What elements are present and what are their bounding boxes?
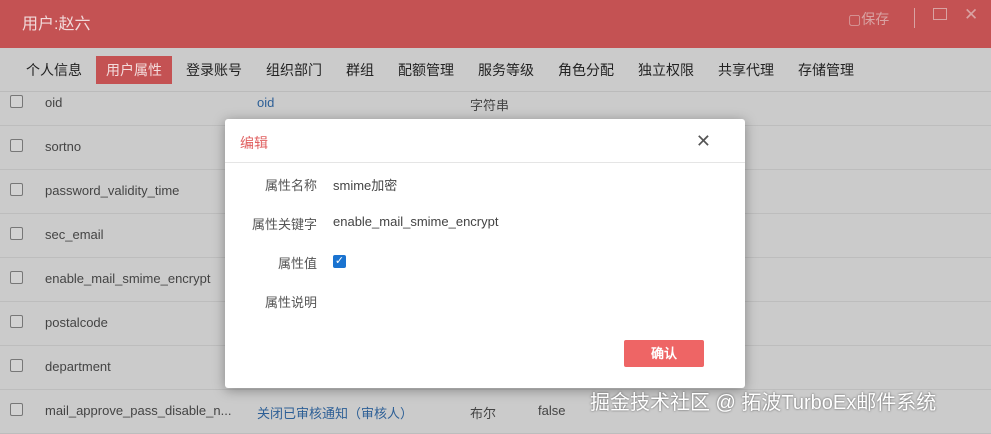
save-label: 保存 [861, 11, 890, 27]
tab-item[interactable]: 服务等级 [468, 56, 544, 84]
close-icon[interactable]: ✕ [964, 5, 978, 25]
tab-item[interactable]: 配额管理 [388, 56, 464, 84]
tab-item[interactable]: 群组 [336, 56, 384, 84]
attr-name-value: smime加密 [333, 178, 398, 193]
attr-value-label: 属性值 [277, 256, 317, 271]
row-checkbox[interactable] [10, 227, 23, 240]
row-key: password_validity_time [45, 183, 180, 198]
row-name-link[interactable]: oid [257, 95, 274, 110]
row-name-link[interactable]: 关闭已审核通知（审核人） [257, 403, 413, 422]
tab-item[interactable]: 组织部门 [256, 56, 332, 84]
tab-item[interactable]: 登录账号 [176, 56, 252, 84]
row-key: oid [45, 95, 63, 110]
window-header: 用户:赵六 ▢保存 ✕ [0, 0, 991, 48]
confirm-button[interactable]: 确认 [624, 340, 704, 367]
row-key: department [45, 359, 111, 374]
attr-desc-label: 属性说明 [264, 295, 317, 310]
row-checkbox[interactable] [10, 95, 23, 108]
attr-value-checkbox[interactable]: ✓ [333, 255, 346, 268]
tab-item[interactable]: 独立权限 [628, 56, 704, 84]
maximize-icon[interactable] [933, 8, 947, 20]
row-key: sortno [45, 139, 82, 154]
edit-dialog: 编辑 ✕ 属性名称 smime加密 属性关键字 enable_mail_smim… [225, 119, 745, 388]
attr-key-value: enable_mail_smime_encrypt [333, 214, 499, 229]
row-checkbox[interactable] [10, 183, 23, 196]
row-key: mail_approve_pass_disable_n... [45, 403, 232, 418]
row-checkbox[interactable] [10, 359, 23, 372]
row-checkbox[interactable] [10, 271, 23, 284]
save-icon: ▢ [848, 11, 862, 27]
row-value: false [538, 403, 566, 418]
tab-item[interactable]: 用户属性 [96, 55, 172, 84]
row-key: postalcode [45, 315, 108, 330]
divider [225, 162, 745, 163]
row-type: 布尔 [470, 406, 497, 421]
row-checkbox[interactable] [10, 139, 23, 152]
attr-name-label: 属性名称 [264, 178, 317, 193]
row-checkbox[interactable] [10, 315, 23, 328]
attr-key-label: 属性关键字 [251, 217, 317, 232]
row-type: 字符串 [470, 98, 510, 113]
save-button[interactable]: ▢保存 [848, 9, 889, 29]
tab-item[interactable]: 个人信息 [16, 56, 92, 84]
window-title: 用户:赵六 [22, 16, 91, 33]
row-key: sec_email [45, 227, 104, 242]
tab-item[interactable]: 角色分配 [548, 56, 624, 84]
row-key: enable_mail_smime_encrypt [45, 271, 211, 286]
tab-item[interactable]: 存储管理 [788, 56, 864, 84]
dialog-title: 编辑 [240, 135, 268, 151]
watermark: 掘金技术社区 @ 拓波TurboEx邮件系统 [590, 392, 937, 414]
row-checkbox[interactable] [10, 403, 23, 416]
tab-item[interactable]: 共享代理 [708, 56, 784, 84]
divider [914, 8, 915, 28]
dialog-close-icon[interactable]: ✕ [696, 131, 711, 152]
